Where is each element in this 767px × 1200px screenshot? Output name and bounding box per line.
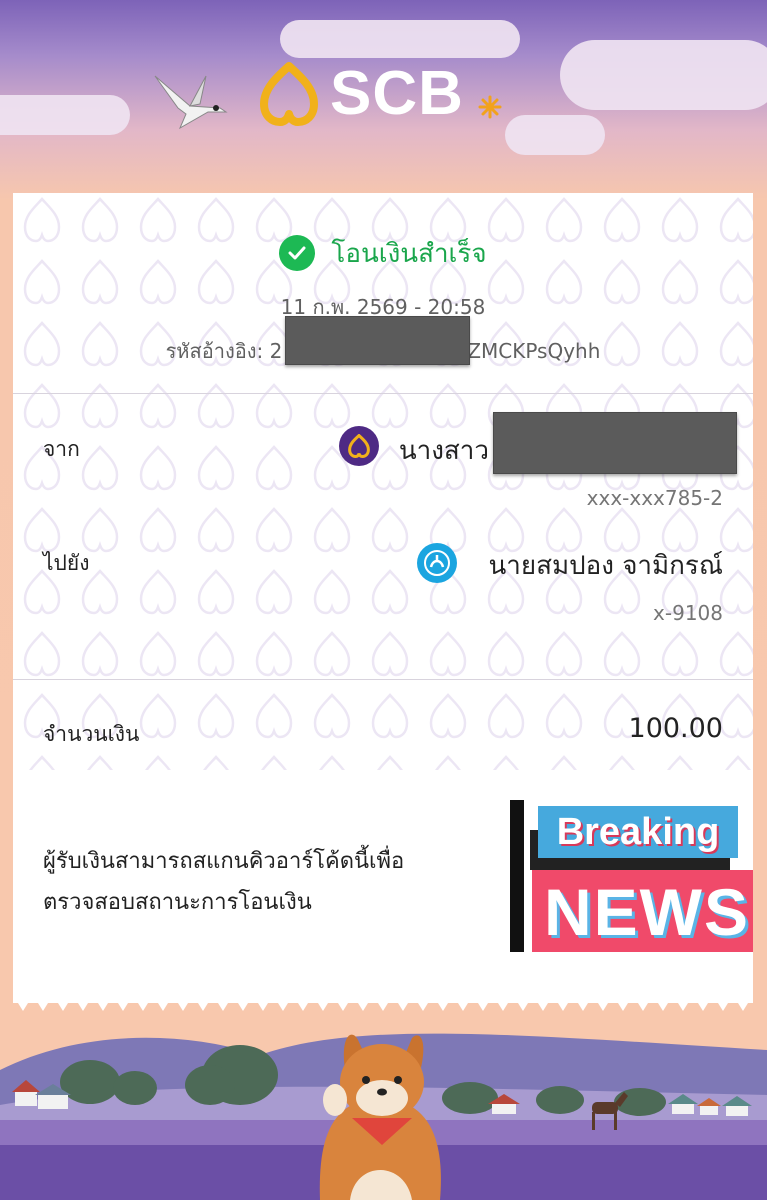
scb-logo: SCB [258,62,464,126]
sparkle-icon [478,95,502,119]
transfer-receipt: โอนเงินสำเร็จ 11 ก.พ. 2569 - 20:58 รหัสอ… [13,193,753,1003]
divider [13,393,753,394]
success-check-icon [279,235,316,271]
from-label: จาก [43,437,80,461]
scb-bank-icon [339,426,379,466]
status-text: โอนเงินสำเร็จ [331,238,487,269]
redacted-sender-name [493,412,737,474]
header: SCB [0,0,767,190]
divider [13,679,753,680]
amount-value: 100.00 [628,713,723,744]
sticker-frame [510,800,524,952]
reference-suffix: ZMCKPsQyhh [467,339,601,363]
sender-name: นางสาว [398,436,489,466]
sender-account: xxx-xxx785-2 [586,486,723,510]
news-label-box: NEWS [532,870,753,952]
breaking-label: Breaking [556,810,720,853]
breaking-label-box: Breaking [538,806,738,858]
cloud [280,20,520,58]
recipient-account: x-9108 [653,601,723,625]
recipient-name: นายสมปอง จามิกรณ์ [488,551,724,581]
cloud [505,115,605,155]
qr-note: ผู้รับเงินสามารถสแกนคิวอาร์โค้ดนี้เพื่อต… [43,841,493,923]
news-label: NEWS [544,875,750,949]
cloud [560,40,767,110]
redacted-reference [285,316,470,365]
status-row: โอนเงินสำเร็จ [13,223,753,283]
bird-icon [154,75,228,130]
qr-note-line: ผู้รับเงินสามารถสแกนคิวอาร์โค้ดนี้เพื่อ [43,849,405,874]
amount-label: จำนวนเงิน [43,722,140,746]
lavender-field-icon [0,1033,767,1200]
cloud [0,95,130,135]
reference-label: รหัสอ้างอิง: 2 [165,339,283,363]
brand-name: SCB [330,59,464,128]
to-label: ไปยัง [43,551,90,575]
qr-note-line: ตรวจสอบสถานะการโอนเงิน [43,890,312,915]
breaking-news-sticker: Breaking NEWS [510,800,753,960]
scb-logo-icon [260,62,318,126]
krungthai-bank-icon [417,543,457,583]
